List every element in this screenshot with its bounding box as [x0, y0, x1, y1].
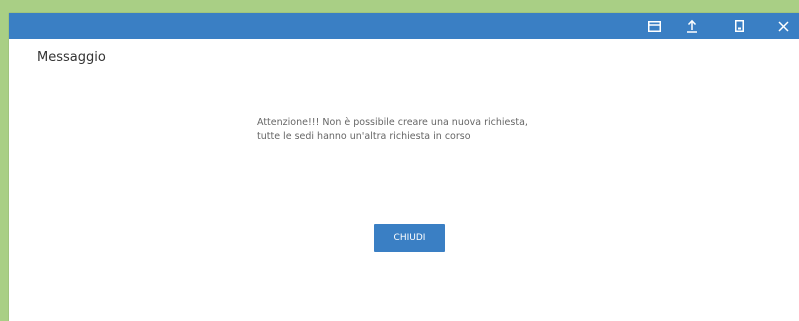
close-window-button[interactable]: [770, 13, 796, 39]
restore-icon: [647, 20, 661, 32]
upload-icon: [687, 19, 697, 33]
message-text: Attenzione!!! Non è possibile creare una…: [257, 116, 528, 143]
close-button[interactable]: CHIUDI: [374, 224, 445, 252]
message-dialog: Messaggio Attenzione!!! Non è possibile …: [9, 13, 799, 321]
close-icon: [777, 20, 789, 32]
dialog-titlebar: [9, 13, 799, 39]
restore-button[interactable]: [641, 13, 667, 39]
dialog-title: Messaggio: [37, 50, 106, 65]
mobile-icon: [734, 20, 744, 32]
message-line-1: Attenzione!!! Non è possibile creare una…: [257, 117, 528, 128]
upload-button[interactable]: [679, 13, 705, 39]
message-line-2: tutte le sedi hanno un'altra richiesta i…: [257, 130, 471, 142]
mobile-view-button[interactable]: [726, 13, 752, 39]
